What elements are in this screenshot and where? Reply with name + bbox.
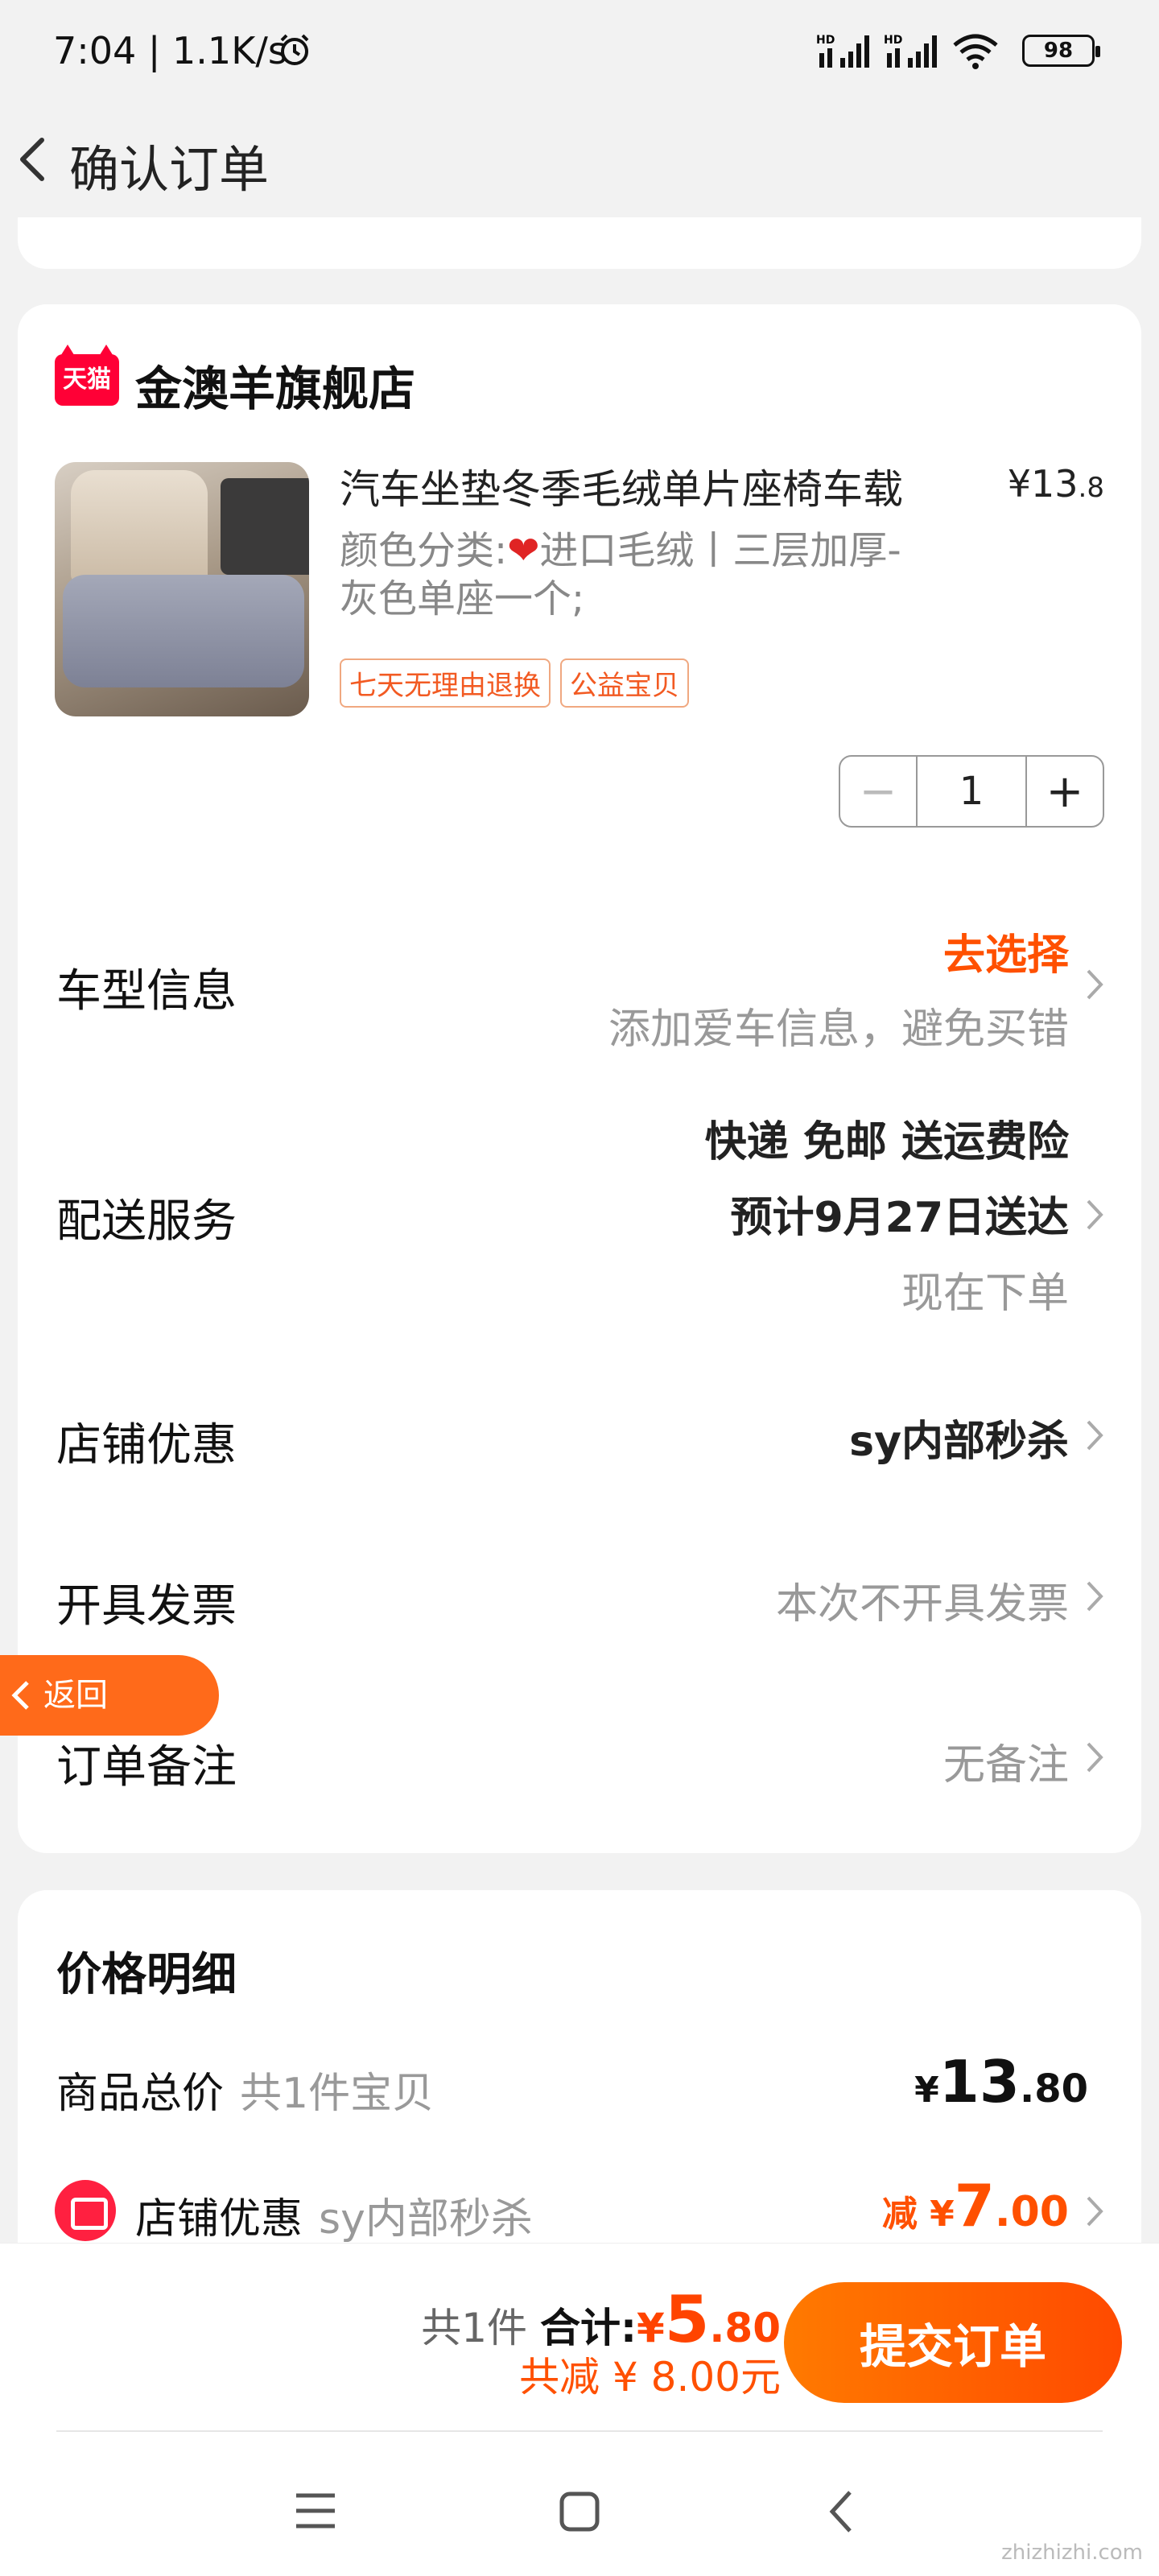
signal-icon: HD xyxy=(816,34,869,68)
product-title[interactable]: 汽车坐垫冬季毛绒单片座椅车载 xyxy=(340,457,984,515)
chevron-right-icon xyxy=(1087,1199,1103,1230)
heart-icon: ❤ xyxy=(507,528,540,573)
price-coupon-dec: .00 xyxy=(994,2188,1069,2236)
quantity-stepper: − 1 + xyxy=(839,755,1104,828)
back-arrow-icon xyxy=(11,1681,29,1710)
delivery-eta: 预计9月27日送达 xyxy=(730,1194,1069,1242)
product-price: ¥13.8 xyxy=(1008,462,1104,506)
svg-text:HD: HD xyxy=(816,34,835,47)
goods-total-int: 13 xyxy=(938,2048,1020,2116)
store-order-card: 天猫 金澳羊旗舰店 汽车坐垫冬季毛绒单片座椅车载 ¥13.8 颜色分类:❤进口毛… xyxy=(18,304,1141,1853)
network-indicators: HD HD 98 xyxy=(816,32,1100,69)
alarm-icon xyxy=(280,34,309,65)
tmall-logo-icon: 天猫 xyxy=(55,345,119,406)
car-info-hint: 添加爱车信息，避免买错 xyxy=(608,1005,1069,1054)
back-nav-icon[interactable] xyxy=(826,2487,858,2536)
chevron-right-icon xyxy=(1087,969,1103,1000)
order-note-label: 订单备注 xyxy=(56,1741,237,1794)
menu-icon[interactable] xyxy=(293,2491,338,2531)
goods-total-sub: 共1件宝贝 xyxy=(240,2070,435,2118)
home-icon[interactable] xyxy=(557,2489,602,2534)
tag-charity: 公益宝贝 xyxy=(560,658,689,708)
back-arrow-icon[interactable] xyxy=(10,127,58,192)
goods-total-dec: .80 xyxy=(1019,2066,1088,2112)
price-coupon-label[interactable]: 店铺优惠 sy内部秒杀 xyxy=(135,2185,533,2245)
spec-prefix: 颜色分类: xyxy=(340,528,508,573)
price-coupon-text: 店铺优惠 xyxy=(135,2195,303,2244)
address-card-bottom xyxy=(18,217,1141,269)
battery-icon: 98 xyxy=(1022,35,1100,67)
goods-total-amount: ¥13.80 xyxy=(914,2048,1088,2116)
checkout-bar: 共1件 合计:¥5.80 共减 ¥ 8.00元 提交订单 xyxy=(0,2243,1159,2444)
signal-icon-2: HD xyxy=(884,34,937,68)
store-coupon-value: sy内部秒杀 xyxy=(849,1418,1069,1466)
order-note-value: 无备注 xyxy=(942,1741,1069,1790)
goods-total-label: 商品总价 共1件宝贝 xyxy=(56,2059,434,2120)
car-console xyxy=(221,478,309,575)
decrease-button[interactable]: − xyxy=(840,757,918,826)
page-header: 确认订单 xyxy=(0,105,1159,209)
store-coupon-icon xyxy=(55,2180,116,2241)
seat-backrest xyxy=(71,470,208,583)
delivery-label: 配送服务 xyxy=(56,1195,237,1248)
price-detail-title: 价格明细 xyxy=(56,1949,237,2001)
price-coupon-amount[interactable]: 减 ¥7.00 xyxy=(882,2172,1069,2240)
chevron-right-icon xyxy=(1087,1420,1103,1451)
submit-order-button[interactable]: 提交订单 xyxy=(784,2282,1122,2403)
tag-return: 七天无理由退换 xyxy=(340,658,551,708)
chevron-right-icon xyxy=(1087,2196,1103,2227)
page-title: 确认订单 xyxy=(69,140,270,199)
product-image[interactable] xyxy=(55,462,309,716)
chevron-right-icon xyxy=(1087,1742,1103,1773)
delivery-service: 快递 免邮 送运费险 xyxy=(704,1118,1069,1166)
store-coupon-label: 店铺优惠 xyxy=(56,1419,237,1472)
price-coupon-prefix: 减 ¥ xyxy=(881,2194,955,2235)
price-coupon-sub: sy内部秒杀 xyxy=(319,2195,533,2244)
price-coupon-int: 7 xyxy=(954,2172,995,2240)
seat-cushion xyxy=(63,575,304,687)
floating-return-button[interactable]: 返回 xyxy=(0,1655,219,1736)
invoice-label: 开具发票 xyxy=(56,1580,237,1633)
delivery-note: 现在下单 xyxy=(901,1269,1069,1318)
divider xyxy=(56,2430,1103,2432)
product-spec: 颜色分类:❤进口毛绒丨三层加厚-灰色单座一个; xyxy=(340,526,919,623)
status-bar: 7:04 | 1.1K/s HD HD 98 xyxy=(0,0,1159,105)
status-time: 7:04 | 1.1K/s xyxy=(53,29,287,72)
goods-total-text: 商品总价 xyxy=(56,2070,225,2118)
car-select-action[interactable]: 去选择 xyxy=(943,921,1069,981)
product-tags: 七天无理由退换 公益宝贝 xyxy=(340,658,689,708)
car-info-label: 车型信息 xyxy=(56,965,237,1018)
item-count: 共1件 xyxy=(421,2305,528,2351)
product-price-main: ¥13 xyxy=(1007,462,1079,506)
wifi-icon xyxy=(953,34,998,69)
system-nav-bar: zhizhizhi.com xyxy=(0,2444,1159,2576)
store-name[interactable]: 金澳羊旗舰店 xyxy=(135,351,415,419)
watermark: zhizhizhi.com xyxy=(1001,2541,1143,2565)
quantity-value[interactable]: 1 xyxy=(918,757,1025,826)
goods-total-currency: ¥ xyxy=(914,2070,939,2111)
total-discount: 共减 ¥ 8.00元 xyxy=(519,2354,781,2401)
product-price-decimal: .8 xyxy=(1078,472,1104,504)
floating-return-label: 返回 xyxy=(43,1677,108,1714)
invoice-value: 本次不开具发票 xyxy=(775,1580,1069,1629)
svg-text:HD: HD xyxy=(884,34,902,47)
battery-level: 98 xyxy=(1043,39,1074,63)
chevron-right-icon xyxy=(1087,1581,1103,1612)
increase-button[interactable]: + xyxy=(1025,757,1103,826)
